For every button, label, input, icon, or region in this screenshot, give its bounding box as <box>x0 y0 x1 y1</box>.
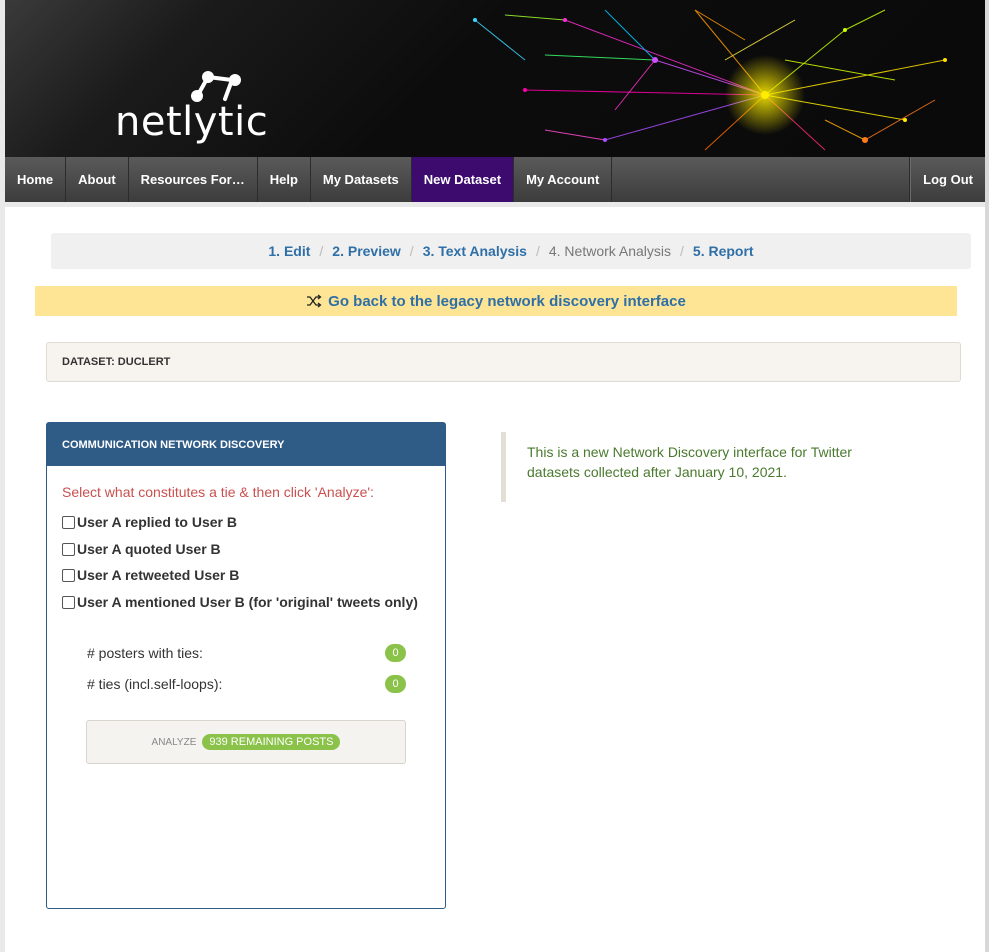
analyze-label: ANALYZE <box>151 736 197 748</box>
shuffle-icon <box>307 294 322 308</box>
nav-spacer <box>612 157 911 202</box>
page: netlytic Home About Resources For… Help … <box>5 0 985 952</box>
dataset-label: DATASET: DUCLERT <box>46 342 961 382</box>
step-separator: / <box>319 243 324 259</box>
step-edit[interactable]: 1. Edit <box>268 243 310 259</box>
content-area: 1. Edit / 2. Preview / 3. Text Analysis … <box>5 207 985 952</box>
tie-instruction: Select what constitutes a tie & then cli… <box>62 484 374 500</box>
retweeted-checkbox[interactable] <box>62 568 75 582</box>
nav-my-account[interactable]: My Account <box>514 157 613 202</box>
nav-resources[interactable]: Resources For… <box>129 157 258 202</box>
option-retweeted[interactable]: User A retweeted User B <box>62 567 239 583</box>
replied-checkbox[interactable] <box>62 515 75 529</box>
option-label: User A quoted User B <box>77 541 221 557</box>
step-separator: / <box>409 243 414 259</box>
panel-title: COMMUNICATION NETWORK DISCOVERY <box>47 423 445 466</box>
option-label: User A replied to User B <box>77 514 238 530</box>
nav-home[interactable]: Home <box>5 157 67 202</box>
posters-with-ties-label: # posters with ties: <box>87 645 203 661</box>
network-discovery-panel: COMMUNICATION NETWORK DISCOVERY Select w… <box>46 422 446 909</box>
header-banner: netlytic <box>5 0 985 157</box>
netlytic-logo-text: netlytic <box>115 99 269 145</box>
step-text-analysis[interactable]: 3. Text Analysis <box>423 243 527 259</box>
analyze-button[interactable]: ANALYZE 939 REMAINING POSTS <box>86 720 406 764</box>
option-mentioned[interactable]: User A mentioned User B (for 'original' … <box>62 594 418 610</box>
option-label: User A retweeted User B <box>77 567 240 583</box>
nav-help[interactable]: Help <box>258 157 311 202</box>
breadcrumb: 1. Edit / 2. Preview / 3. Text Analysis … <box>51 233 971 269</box>
option-label: User A mentioned User B (for 'original' … <box>77 594 418 610</box>
step-separator: / <box>680 243 684 259</box>
mentioned-checkbox[interactable] <box>62 595 75 609</box>
nav-new-dataset[interactable]: New Dataset <box>411 157 515 202</box>
step-network-analysis: 4. Network Analysis <box>548 243 672 259</box>
step-preview[interactable]: 2. Preview <box>332 243 401 259</box>
option-quoted[interactable]: User A quoted User B <box>62 541 221 557</box>
legacy-interface-link[interactable]: Go back to the legacy network discovery … <box>328 293 686 310</box>
step-report[interactable]: 5. Report <box>693 243 754 259</box>
remaining-posts-badge: 939 REMAINING POSTS <box>202 734 341 750</box>
step-separator: / <box>535 243 540 259</box>
ties-label: # ties (incl.self-loops): <box>87 676 223 692</box>
nav-about[interactable]: About <box>66 157 129 202</box>
quoted-checkbox[interactable] <box>62 542 75 556</box>
option-replied[interactable]: User A replied to User B <box>62 514 237 530</box>
main-nav: Home About Resources For… Help My Datase… <box>5 157 985 202</box>
info-note: This is a new Network Discovery interfac… <box>501 432 887 502</box>
legacy-banner: Go back to the legacy network discovery … <box>35 286 957 316</box>
scrollbar[interactable] <box>985 0 989 952</box>
nav-logout[interactable]: Log Out <box>910 157 985 202</box>
posters-with-ties-count: 0 <box>385 644 406 662</box>
ties-count: 0 <box>385 675 406 693</box>
nav-my-datasets[interactable]: My Datasets <box>311 157 412 202</box>
